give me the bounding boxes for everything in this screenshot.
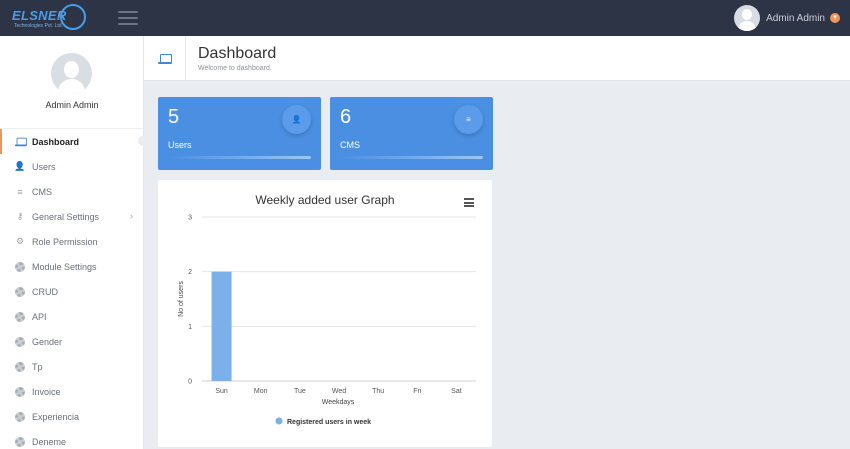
gear-icon [14,261,26,272]
legend-marker [275,417,283,425]
cms-count: 6 [340,106,352,128]
sidebar-item-label: Role Permission [32,236,98,247]
weekly-user-chart-panel: Weekly added user Graph 0 1 2 3 Sun Mon Tue Wed… [158,180,492,447]
avatar [734,5,761,31]
page-icon-box [144,36,186,81]
sidebar-item-label: General Settings [32,211,100,222]
sidebar-item-crud[interactable]: CRUD [0,279,143,304]
gear-icon [14,311,26,322]
laptop-icon [157,53,172,64]
users-stat-card[interactable]: 5 Users 👤 [158,97,321,170]
hamburger-icon[interactable] [118,11,138,25]
sidebar-item-label: Users [32,161,56,172]
cms-stat-card[interactable]: 6 CMS ≡ [330,97,493,170]
sidebar-item-tp[interactable]: Tp [0,354,143,379]
list-icon: ≡ [17,186,23,197]
logo-ring-icon [60,4,86,30]
card-progress-bar [340,156,483,159]
sidebar-item-label: Dashboard [32,136,80,147]
cms-card-label: CMS [340,140,360,150]
chart-title: Weekly added user Graph [255,193,394,207]
brand-name: ELSNER [12,8,67,23]
sidebar-item-label: Deneme [32,436,67,447]
top-navbar: ELSNER Technologies Pvt. Ltd. Admin Admi… [0,0,850,36]
sidebar-item-label: CRUD [32,286,58,297]
laptop-icon [14,137,27,147]
sidebar-item-general-settings[interactable]: ⚷ General Settings › [0,204,143,229]
x-tick-label: Fri [413,388,422,395]
sidebar-item-users[interactable]: 👤 Users [0,154,143,179]
users-icon: 👤 [282,105,311,134]
y-tick-label: 3 [188,215,192,222]
sidebar-item-api[interactable]: API [0,304,143,329]
sidebar-item-invoice[interactable]: Invoice [0,379,143,404]
sidebar-item-label: Invoice [32,386,61,397]
weekly-user-chart: Weekly added user Graph 0 1 2 3 Sun Mon Tue Wed… [178,193,476,426]
users-icon: 👤 [14,161,26,171]
role-icon: ⚙ [15,236,25,246]
brand-logo[interactable]: ELSNER Technologies Pvt. Ltd. [10,4,90,32]
sidebar-item-label: Experiencia [32,411,80,422]
user-menu[interactable]: Admin Admin ▾ [734,5,840,31]
brand-tagline: Technologies Pvt. Ltd. [14,23,63,29]
x-tick-label: Tue [294,388,306,395]
card-progress-bar [168,156,311,159]
sidebar-item-gender[interactable]: Gender [0,329,143,354]
y-tick-label: 0 [188,379,192,386]
sidebar-item-label: API [32,311,47,322]
gear-icon [14,286,26,297]
gear-icon [14,361,26,372]
gear-icon [14,436,26,447]
bar-sun[interactable] [211,271,232,381]
sidebar-item-label: Module Settings [32,261,97,272]
gear-icon [14,411,26,422]
page-header: Dashboard Welcome to dashboard. [144,36,850,81]
y-axis-label: No of users [178,281,185,317]
x-tick-label: Sun [215,388,228,395]
sidebar-profile: Admin Admin [0,36,143,129]
x-tick-label: Mon [254,388,268,395]
legend-label[interactable]: Registered users in week [287,419,371,426]
sidebar-item-label: Tp [32,361,43,372]
sidebar-item-dashboard[interactable]: Dashboard [0,129,148,154]
x-tick-label: Thu [372,388,384,395]
sidebar-item-label: Gender [32,336,63,347]
chevron-down-icon[interactable]: ▾ [830,13,840,23]
chevron-right-icon: › [130,211,133,221]
chart-menu-icon[interactable] [464,198,474,207]
gear-icon [14,336,26,347]
profile-avatar [51,53,92,94]
sidebar-menu: Dashboard 👤 Users ≡ CMS ⚷ General Settin… [0,129,148,449]
sidebar-item-label: CMS [32,186,52,197]
sidebar: Admin Admin Dashboard 👤 Users ≡ CMS ⚷ Ge… [0,36,148,449]
sidebar-item-deneme[interactable]: Deneme [0,429,143,449]
page-title: Dashboard [198,45,277,62]
page-subtitle: Welcome to dashboard. [198,65,272,72]
profile-name: Admin Admin [45,100,99,110]
gear-icon [14,386,26,397]
list-icon: ≡ [454,105,483,134]
users-card-label: Users [168,140,192,150]
x-tick-label: Sat [451,388,462,395]
sidebar-item-module-settings[interactable]: Module Settings [0,254,143,279]
x-tick-label: Wed [332,388,346,395]
sidebar-item-cms[interactable]: ≡ CMS [0,179,143,204]
user-name: Admin Admin [766,12,825,24]
sidebar-item-experiencia[interactable]: Experiencia [0,404,143,429]
key-icon: ⚷ [16,211,24,221]
users-count: 5 [168,106,180,128]
y-tick-label: 2 [188,269,192,276]
y-tick-label: 1 [188,324,192,331]
x-axis-label: Weekdays [322,399,355,406]
sidebar-item-role-permission[interactable]: ⚙ Role Permission [0,229,143,254]
